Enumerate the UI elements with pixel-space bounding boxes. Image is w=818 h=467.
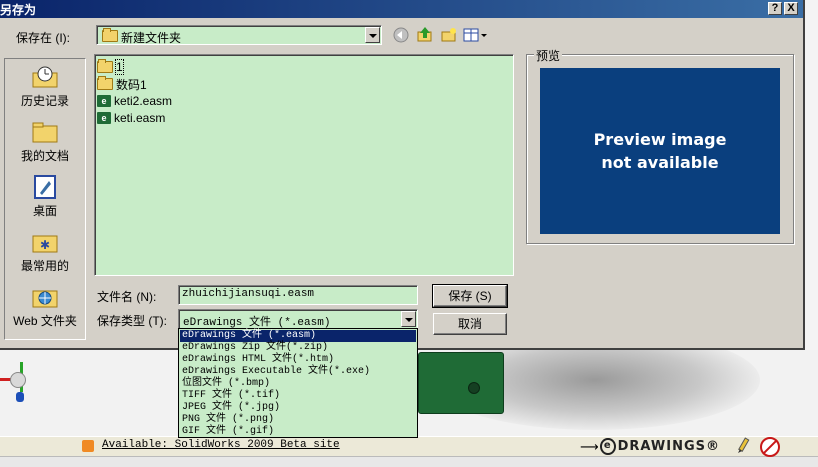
- preview-image: Preview image not available: [540, 68, 780, 234]
- close-button[interactable]: X: [784, 2, 798, 15]
- filename-label: 文件名 (N):: [97, 290, 157, 304]
- file-name: keti.easm: [114, 111, 166, 125]
- place-web-folder[interactable]: Web 文件夹: [5, 285, 85, 329]
- my-documents-icon: [32, 122, 58, 143]
- dropdown-option[interactable]: JPEG 文件 (*.jpg): [180, 402, 416, 414]
- filename-input[interactable]: zhuichijiansuqi.easm: [178, 285, 418, 305]
- edrawings-logo: e DRAWINGS®: [600, 437, 720, 455]
- pencil-icon[interactable]: [734, 437, 752, 455]
- chevron-down-icon[interactable]: [401, 311, 416, 327]
- easm-file-icon: e: [97, 95, 111, 107]
- filetype-combo[interactable]: eDrawings 文件 (*.easm): [178, 309, 418, 329]
- save-button[interactable]: 保存 (S): [432, 284, 508, 308]
- place-favorites[interactable]: ✱ 最常用的: [5, 230, 85, 274]
- file-name: 数码1: [116, 77, 147, 92]
- dialog-title: 另存为: [0, 3, 37, 17]
- dropdown-option[interactable]: eDrawings Zip 文件(*.zip): [180, 342, 416, 354]
- filetype-label: 保存类型 (T):: [97, 314, 167, 328]
- dropdown-option[interactable]: eDrawings HTML 文件(*.htm): [180, 354, 416, 366]
- place-desktop[interactable]: 桌面: [5, 175, 85, 219]
- edrawings-e-icon: e: [600, 437, 616, 455]
- desktop-icon: [34, 175, 56, 199]
- place-label: 桌面: [32, 204, 57, 218]
- dropdown-option[interactable]: eDrawings 文件 (*.easm): [180, 330, 416, 342]
- place-label: 历史记录: [20, 94, 69, 108]
- save-in-value: 新建文件夹: [121, 31, 182, 45]
- preview-text-line2: not available: [601, 153, 719, 172]
- edrawings-logo-text: DRAWINGS®: [617, 438, 720, 454]
- folder-icon: [97, 76, 113, 90]
- z-axis-indicator: [16, 392, 24, 402]
- place-label: Web 文件夹: [13, 314, 77, 328]
- rss-icon[interactable]: [82, 440, 94, 452]
- save-as-dialog: 另存为 ? X 保存在 (I): 新建文件夹 历史记录 我的文档 桌面 ✱ 最常…: [0, 0, 805, 350]
- title-bar: [0, 0, 803, 18]
- up-folder-icon[interactable]: [416, 26, 434, 44]
- places-bar: 历史记录 我的文档 桌面 ✱ 最常用的 Web 文件夹: [4, 58, 86, 340]
- chevron-down-icon[interactable]: [365, 27, 380, 43]
- arrow-right-icon: ⟶: [580, 439, 599, 454]
- no-entry-icon[interactable]: [760, 437, 780, 457]
- list-item[interactable]: e keti.easm: [97, 110, 165, 126]
- file-name: 1: [115, 59, 124, 75]
- status-bar-bottom: [0, 456, 818, 467]
- list-item[interactable]: e keti2.easm: [97, 93, 172, 109]
- dropdown-option[interactable]: TIFF 文件 (*.tif): [180, 390, 416, 402]
- folder-icon: [97, 59, 113, 73]
- dropdown-option[interactable]: PNG 文件 (*.png): [180, 414, 416, 426]
- view-menu-icon[interactable]: [462, 26, 488, 44]
- file-name: keti2.easm: [114, 94, 173, 108]
- place-label: 最常用的: [20, 259, 69, 273]
- history-icon: [32, 66, 58, 88]
- dropdown-option[interactable]: GIF 文件 (*.gif): [180, 426, 416, 438]
- favorites-icon: ✱: [32, 235, 58, 253]
- new-folder-icon[interactable]: [440, 26, 458, 44]
- beta-site-link[interactable]: Available: SolidWorks 2009 Beta site: [102, 439, 340, 451]
- cancel-button[interactable]: 取消: [433, 313, 507, 335]
- help-button[interactable]: ?: [768, 2, 782, 15]
- place-history[interactable]: 历史记录: [5, 65, 85, 109]
- dropdown-option[interactable]: eDrawings Executable 文件(*.exe): [180, 366, 416, 378]
- save-in-label: 保存在 (I):: [16, 31, 70, 45]
- save-in-combo[interactable]: 新建文件夹: [96, 25, 382, 45]
- web-folder-icon: [32, 290, 58, 308]
- svg-text:✱: ✱: [40, 238, 50, 252]
- filetype-dropdown-list[interactable]: eDrawings 文件 (*.easm) eDrawings Zip 文件(*…: [178, 328, 418, 438]
- 3d-model[interactable]: [418, 352, 504, 414]
- preview-text-line1: Preview image: [593, 130, 727, 149]
- back-icon[interactable]: [392, 26, 410, 44]
- folder-icon: [102, 28, 118, 42]
- preview-label: 预览: [534, 47, 563, 64]
- model-hole: [468, 382, 480, 394]
- axis-origin: [10, 372, 26, 388]
- dropdown-option[interactable]: 位图文件 (*.bmp): [180, 378, 416, 390]
- place-label: 我的文档: [20, 149, 69, 163]
- filetype-value: eDrawings 文件 (*.easm): [183, 317, 331, 329]
- place-my-documents[interactable]: 我的文档: [5, 120, 85, 164]
- list-item[interactable]: 1: [97, 59, 124, 75]
- file-list[interactable]: 1 数码1 e keti2.easm e keti.easm: [94, 54, 514, 276]
- easm-file-icon: e: [97, 112, 111, 124]
- list-item[interactable]: 数码1: [97, 76, 147, 92]
